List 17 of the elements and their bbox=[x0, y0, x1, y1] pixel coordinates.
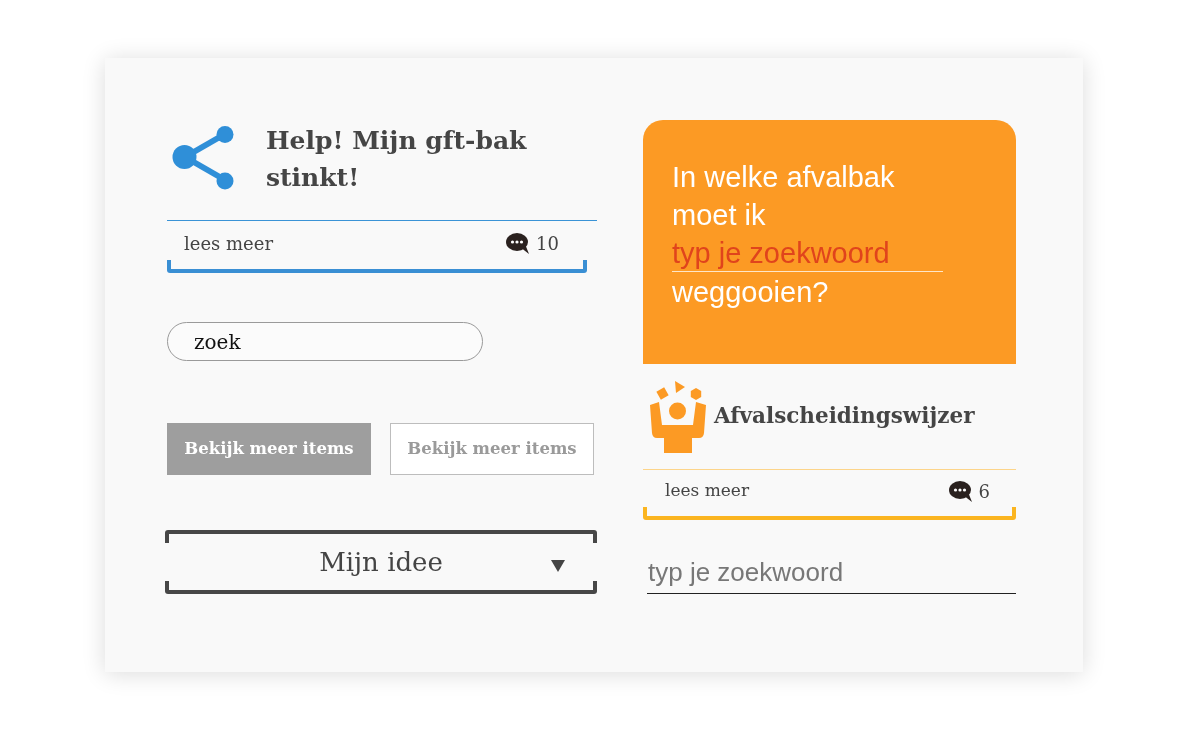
tool-title: Afvalscheidingswijzer bbox=[714, 402, 975, 431]
speech-bubble-icon bbox=[506, 232, 531, 254]
question-text: In welke afvalbak moet ik bbox=[672, 160, 896, 233]
speech-bubble-icon bbox=[948, 480, 973, 502]
question-text: weggooien? bbox=[672, 275, 830, 310]
keyword-input-field[interactable]: typ je zoekwoord bbox=[672, 234, 943, 272]
search-field[interactable]: zoek bbox=[167, 322, 483, 361]
article-title: Help! Mijn gft-bak stinkt! bbox=[266, 125, 528, 194]
keyword-search-field[interactable]: typ je zoekwoord bbox=[647, 552, 1016, 594]
comment-count: 10 bbox=[536, 231, 559, 256]
idea-dropdown[interactable]: Mijn idee bbox=[165, 530, 597, 594]
read-more-link[interactable]: lees meer bbox=[184, 229, 273, 257]
share-icon[interactable] bbox=[172, 126, 234, 190]
read-more-link[interactable]: lees meer bbox=[665, 478, 750, 504]
person-juggling-icon bbox=[650, 380, 706, 453]
caret-icon bbox=[551, 560, 565, 572]
comment-count: 6 bbox=[978, 479, 990, 504]
